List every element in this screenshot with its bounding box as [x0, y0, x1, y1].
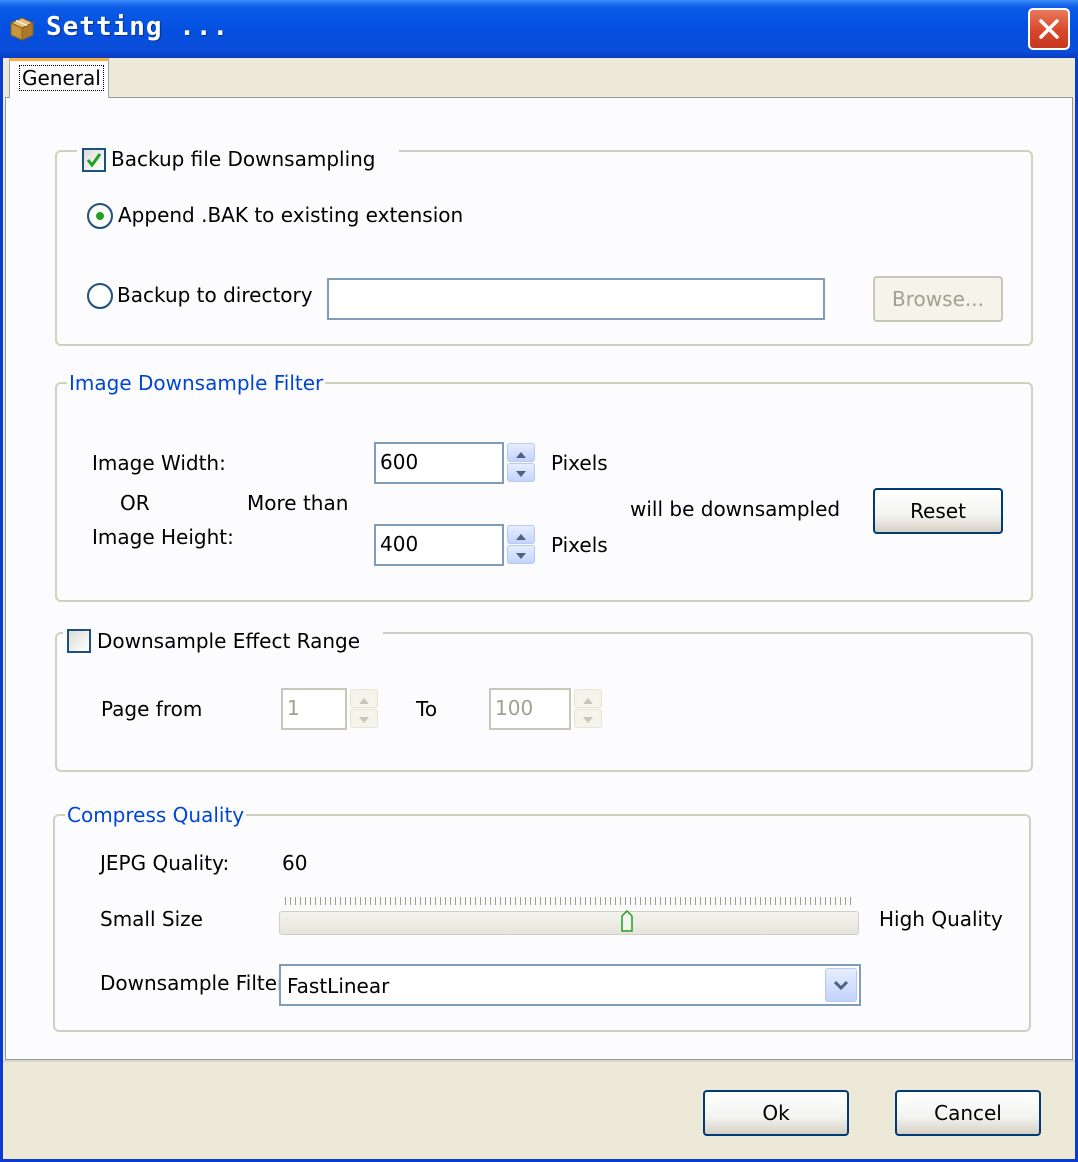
arrow-down-icon [359, 717, 369, 723]
jpeg-quality-label: JEPG Quality: [100, 851, 230, 875]
reset-button[interactable]: Reset [873, 488, 1003, 534]
width-pixels-label: Pixels [551, 451, 608, 475]
append-bak-label[interactable]: Append .BAK to existing extension [118, 203, 463, 227]
effect-range-checkbox-label[interactable]: Downsample Effect Range [97, 629, 360, 653]
backup-directory-radio[interactable] [87, 283, 113, 309]
backup-checkbox[interactable] [82, 148, 106, 172]
footer-divider [3, 1060, 1075, 1062]
jpeg-quality-value: 60 [282, 851, 308, 875]
effect-range-checkbox[interactable] [67, 629, 91, 653]
spin-up-button[interactable] [507, 443, 535, 462]
backup-directory-input[interactable] [327, 278, 825, 320]
append-bak-radio[interactable] [87, 203, 113, 229]
spin-up-button[interactable] [507, 525, 535, 544]
close-button[interactable] [1028, 8, 1070, 50]
cancel-button[interactable]: Cancel [895, 1090, 1041, 1136]
slider-ticks [285, 897, 855, 905]
slider-thumb[interactable] [621, 910, 633, 932]
close-icon [1039, 19, 1059, 39]
high-quality-label: High Quality [879, 907, 1003, 931]
backup-checkbox-label[interactable]: Backup file Downsampling [111, 147, 376, 171]
or-label: OR [120, 491, 150, 515]
image-width-input[interactable]: 600 [374, 442, 504, 484]
arrow-up-icon [359, 698, 369, 704]
arrow-up-icon [516, 534, 526, 540]
image-height-input[interactable]: 400 [374, 524, 504, 566]
spin-down-button[interactable] [507, 545, 535, 564]
height-pixels-label: Pixels [551, 533, 608, 557]
arrow-up-icon [583, 698, 593, 704]
radio-selected-dot [96, 212, 104, 220]
title-bar[interactable]: Setting ... [0, 0, 1078, 58]
quality-slider[interactable] [279, 911, 859, 935]
image-filter-group-label: Image Downsample Filter [67, 371, 326, 395]
spin-up-button[interactable] [350, 689, 378, 708]
small-size-label: Small Size [100, 907, 203, 931]
downsample-filter-label: Downsample Filter [100, 971, 286, 995]
more-than-label: More than [247, 491, 349, 515]
page-from-label: Page from [101, 697, 203, 721]
arrow-up-icon [516, 452, 526, 458]
page-to-input[interactable]: 100 [489, 688, 571, 730]
settings-dialog: Setting ... General Backup file Downsamp… [0, 0, 1078, 1162]
spin-down-button[interactable] [574, 709, 602, 728]
window-title: Setting ... [46, 12, 230, 42]
arrow-down-icon [583, 717, 593, 723]
arrow-down-icon [516, 553, 526, 559]
compress-quality-group-label: Compress Quality [65, 803, 247, 827]
arrow-down-icon [516, 471, 526, 477]
downsample-filter-select[interactable]: FastLinear [279, 964, 861, 1006]
dropdown-button[interactable] [825, 968, 857, 1002]
browse-button[interactable]: Browse... [873, 276, 1003, 322]
package-icon [9, 17, 35, 41]
backup-directory-label[interactable]: Backup to directory [117, 283, 313, 307]
ok-button[interactable]: Ok [703, 1090, 849, 1136]
page-from-input[interactable]: 1 [281, 688, 347, 730]
tab-general-label: General [19, 65, 104, 91]
to-label: To [416, 697, 438, 721]
spin-up-button[interactable] [574, 689, 602, 708]
image-height-label: Image Height: [92, 525, 234, 549]
spin-down-button[interactable] [507, 463, 535, 482]
will-be-downsampled-label: will be downsampled [630, 497, 841, 521]
check-icon [86, 153, 102, 168]
tab-general[interactable]: General [9, 58, 109, 98]
downsample-filter-value: FastLinear [287, 974, 390, 998]
image-width-label: Image Width: [92, 451, 226, 475]
chevron-down-icon [833, 980, 849, 991]
spin-down-button[interactable] [350, 709, 378, 728]
